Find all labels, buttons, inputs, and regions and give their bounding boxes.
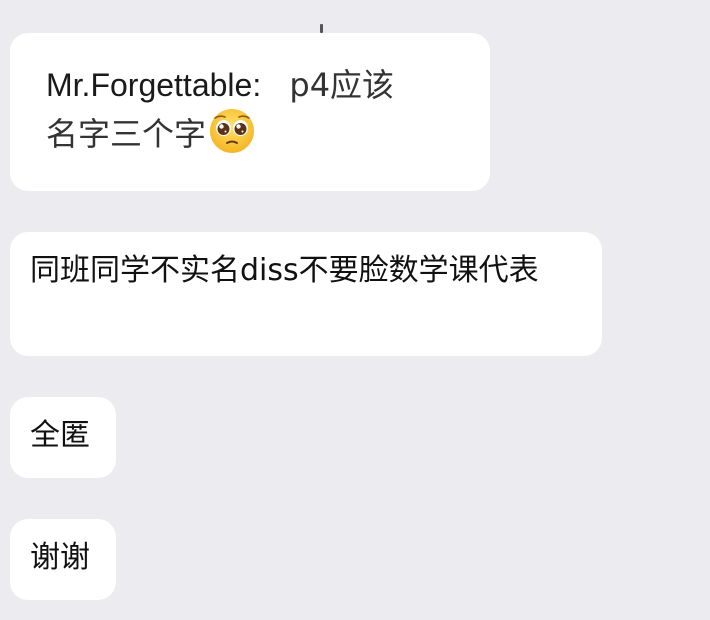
chat-view: Mr.Forgettable: p4应该 名字三个字 同班同学不实名diss不要… (0, 0, 710, 620)
message-text: 同班同学不实名diss不要脸数学课代表 (30, 253, 539, 288)
message-bubble[interactable]: 全匿 (10, 397, 116, 478)
scroll-marker (320, 24, 323, 33)
pleading-face-icon (210, 109, 255, 153)
quote-text-truncated: p4应该 (289, 66, 395, 104)
quote-line-2: 名字三个字 (46, 107, 490, 156)
quote-line-1: Mr.Forgettable: p4应该 (46, 63, 490, 107)
message-text: 全匿 (30, 418, 90, 453)
quoted-message-bubble[interactable]: Mr.Forgettable: p4应该 名字三个字 (10, 33, 490, 191)
quote-text-line2: 名字三个字 (46, 115, 207, 153)
quote-author: Mr.Forgettable: (46, 67, 262, 103)
message-bubble[interactable]: 同班同学不实名diss不要脸数学课代表 (10, 232, 602, 356)
message-text: 谢谢 (30, 540, 90, 575)
message-bubble[interactable]: 谢谢 (10, 519, 116, 600)
